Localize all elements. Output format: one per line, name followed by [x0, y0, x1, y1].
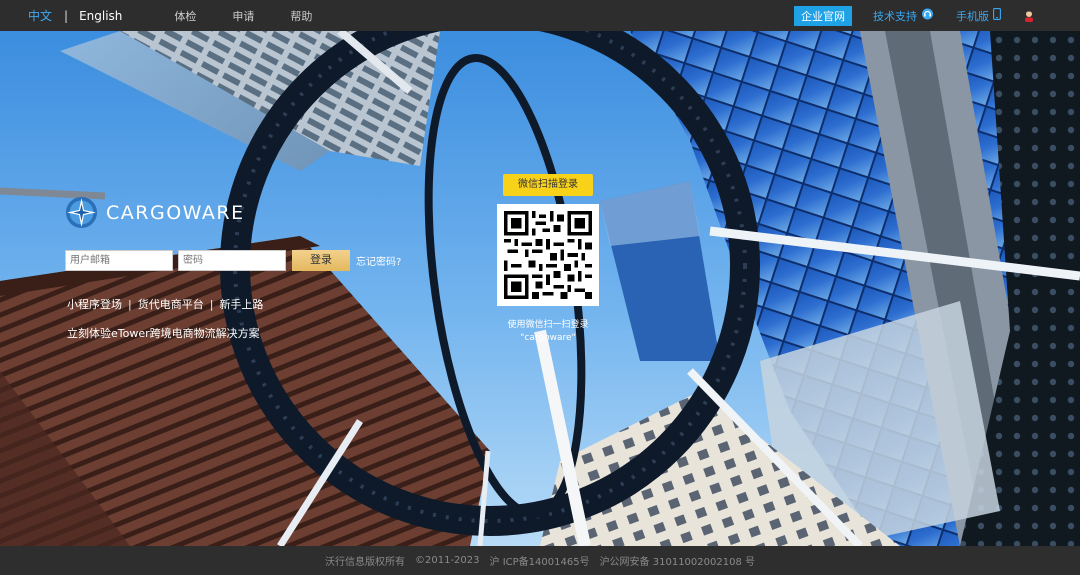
lang-chinese-link[interactable]: 中文: [28, 7, 52, 24]
user-avatar-icon[interactable]: [1023, 10, 1035, 22]
etower-promo-link[interactable]: 立刻体验eTower跨境电商物流解决方案: [67, 325, 260, 341]
headset-icon: [921, 8, 934, 23]
forgot-password-link[interactable]: 忘记密码?: [356, 253, 401, 268]
quick-links: 小程序登场 | 货代电商平台 | 新手上路: [67, 296, 263, 312]
hero-background: CARGOWARE 登录 忘记密码? 小程序登场 | 货代电商平台 | 新手上路…: [0, 31, 1080, 546]
newbie-guide-link[interactable]: 新手上路: [219, 296, 263, 312]
lang-separator: |: [64, 8, 69, 23]
language-switcher: 中文 | English: [28, 7, 122, 24]
nav-item-help[interactable]: 帮助: [290, 8, 312, 24]
footer: 沃行信息版权所有 ©2011-2023 沪 ICP备14001465号 沪公网安…: [0, 546, 1080, 575]
brand-name: CARGOWARE: [106, 201, 245, 224]
login-form: 登录 忘记密码?: [65, 250, 401, 271]
nav-item-checkup[interactable]: 体检: [174, 8, 196, 24]
top-bar: 中文 | English 体检 申请 帮助 企业官网 技术支持 手机版: [0, 0, 1080, 31]
footer-copyright: ©2011-2023: [415, 555, 480, 566]
wechat-login-badge[interactable]: 微信扫描登录: [503, 174, 593, 196]
footer-company: 沃行信息版权所有: [325, 557, 405, 568]
password-field[interactable]: [178, 250, 286, 271]
tech-support-link[interactable]: 技术支持: [873, 8, 934, 24]
footer-icp-link[interactable]: 沪 ICP备14001465号: [490, 553, 590, 568]
qr-hint-line2: "cargoware": [520, 333, 576, 343]
tech-support-label: 技术支持: [873, 9, 917, 23]
qr-hint-line1: 使用微信扫一扫登录: [507, 320, 589, 330]
enterprise-site-button[interactable]: 企业官网: [794, 5, 852, 26]
lang-english-link[interactable]: English: [79, 9, 122, 23]
compass-logo-icon: [66, 197, 97, 228]
qr-hint-text: 使用微信扫一扫登录 "cargoware": [490, 319, 606, 345]
brand-logo: CARGOWARE: [65, 196, 245, 229]
qr-code-image: [504, 211, 592, 299]
footer-police-record-link[interactable]: 沪公网安备 31011002002108 号: [600, 553, 755, 568]
forwarder-platform-link[interactable]: 货代电商平台: [138, 296, 204, 312]
right-nav: 企业官网 技术支持 手机版: [794, 0, 1080, 31]
wechat-qr-code: [497, 204, 599, 306]
link-separator: |: [209, 297, 214, 311]
miniapp-login-link[interactable]: 小程序登场: [67, 296, 122, 312]
login-button[interactable]: 登录: [292, 250, 350, 271]
main-nav: 体检 申请 帮助: [174, 8, 348, 24]
link-separator: |: [128, 297, 132, 311]
nav-item-apply[interactable]: 申请: [232, 8, 254, 24]
mobile-version-label: 手机版: [956, 9, 989, 23]
phone-icon: [993, 8, 1001, 23]
mobile-version-link[interactable]: 手机版: [956, 8, 1001, 24]
email-field[interactable]: [65, 250, 173, 271]
